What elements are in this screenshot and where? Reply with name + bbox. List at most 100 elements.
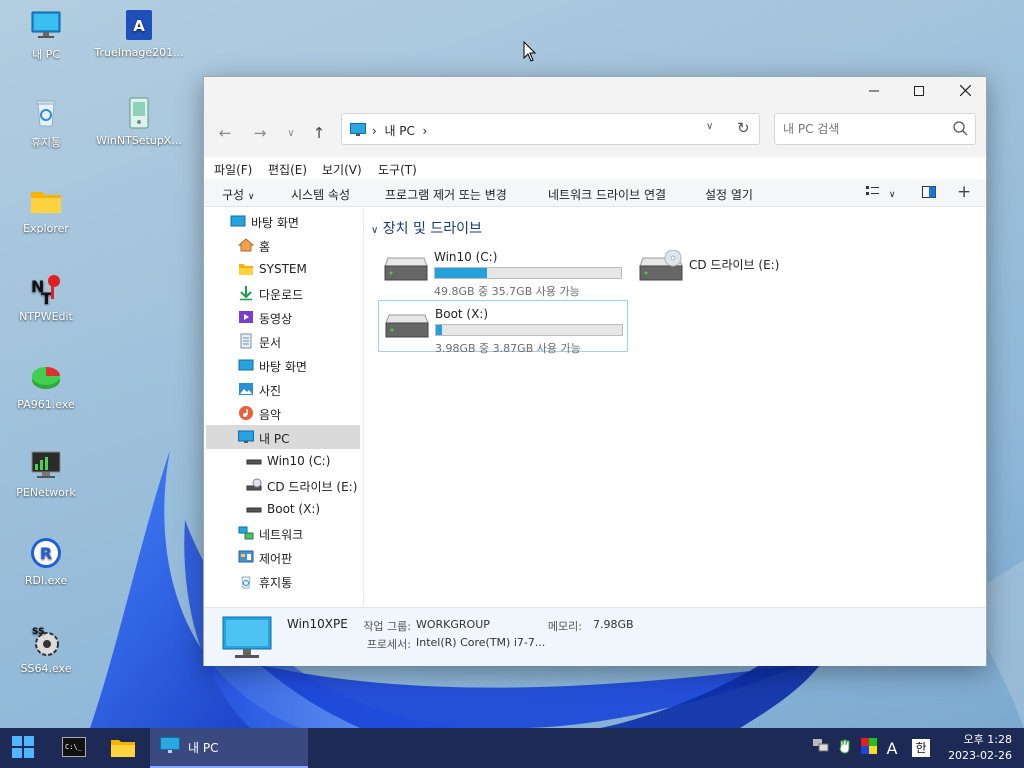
arrow-right-icon: → xyxy=(253,124,267,142)
refresh-button[interactable]: ↻ xyxy=(737,119,750,137)
network-monitor-icon xyxy=(29,448,63,482)
map-network-drive-button[interactable]: 네트워크 드라이브 연결 xyxy=(548,186,666,203)
sidebar-item-7[interactable]: 사진 xyxy=(206,377,360,401)
close-button[interactable] xyxy=(942,77,988,107)
drive-icon xyxy=(385,313,429,342)
svg-text:R: R xyxy=(40,544,52,563)
desktop-icon-label: PENetwork xyxy=(16,486,76,499)
desktop-icon-ss64[interactable]: SS SS64.exe xyxy=(0,624,92,675)
maximize-button[interactable] xyxy=(896,77,942,107)
view-options-button[interactable]: ∨ xyxy=(866,185,895,200)
taskbar-window-my-pc[interactable]: 내 PC xyxy=(150,728,308,768)
drive-icon xyxy=(384,256,428,285)
sidebar-item-label: 제어판 xyxy=(259,552,293,566)
sidebar-item-13[interactable]: 네트워크 xyxy=(206,521,360,545)
uninstall-program-button[interactable]: 프로그램 제거 또는 변경 xyxy=(385,186,507,203)
desktop-icon-my-pc[interactable]: 내 PC xyxy=(0,8,92,62)
menu-tools[interactable]: 도구(T) xyxy=(378,161,417,178)
desktop-icon-label: WinNTSetupX... xyxy=(96,134,182,147)
memory-value: 7.98GB xyxy=(593,618,634,631)
address-bar[interactable]: › 내 PC › ∨ ↻ xyxy=(341,113,760,145)
rdi-icon: R xyxy=(29,536,63,570)
breadcrumb-item[interactable]: 내 PC xyxy=(384,124,414,138)
group-title: 장치 및 드라이브 xyxy=(382,221,482,237)
sidebar-item-2[interactable]: SYSTEM xyxy=(206,257,360,281)
drive-tile-c[interactable]: Win10 (C:) 49.8GB 중 35.7GB 사용 가능 xyxy=(378,244,628,298)
desktop-icon-pa961[interactable]: PA961.exe xyxy=(0,360,92,411)
recent-locations-button[interactable]: ∨ xyxy=(279,121,303,145)
sidebar-item-5[interactable]: 문서 xyxy=(206,329,360,353)
document-icon xyxy=(238,333,254,349)
back-button[interactable]: ← xyxy=(213,121,237,145)
desktop-icon-explorer[interactable]: Explorer xyxy=(0,184,92,235)
drive-usage-bar xyxy=(435,324,623,336)
tray-network-button[interactable] xyxy=(810,728,832,768)
group-header[interactable]: ∨ 장치 및 드라이브 xyxy=(371,218,482,238)
drive-name: CD 드라이브 (E:) xyxy=(689,258,780,272)
sidebar-item-0[interactable]: 바탕 화면 xyxy=(206,209,360,233)
monitor-icon xyxy=(350,123,366,140)
search-input[interactable] xyxy=(783,121,943,137)
sidebar-item-12[interactable]: Boot (X:) xyxy=(206,497,360,521)
sidebar-item-label: 사진 xyxy=(259,384,282,398)
open-settings-button[interactable]: 설정 열기 xyxy=(705,186,753,203)
arrow-up-icon: ↑ xyxy=(312,124,326,142)
desktop-icon-trueimage[interactable]: A TrueImage201... xyxy=(93,8,185,59)
minimize-icon xyxy=(869,85,879,99)
sidebar-item-4[interactable]: 동영상 xyxy=(206,305,360,329)
navigation-bar: ← → ∨ ↑ › 내 PC › ∨ ↻ xyxy=(204,107,986,157)
system-properties-button[interactable]: 시스템 속성 xyxy=(291,186,350,203)
preview-pane-button[interactable] xyxy=(922,186,936,201)
taskbar-terminal-button[interactable]: C:\_ xyxy=(52,728,96,768)
sidebar-item-label: 네트워크 xyxy=(259,528,304,542)
mouse-cursor-icon xyxy=(523,40,537,66)
drive-usage-text: 49.8GB 중 35.7GB 사용 가능 xyxy=(434,285,580,298)
ime-mode-button[interactable]: 한 xyxy=(910,728,932,768)
sidebar-item-10[interactable]: Win10 (C:) xyxy=(206,449,360,473)
forward-button[interactable]: → xyxy=(248,121,272,145)
desktop-icon-penetwork[interactable]: PENetwork xyxy=(0,448,92,499)
desktop-icon-ntpwedit[interactable]: NT NTPWEdit xyxy=(0,272,92,323)
minimize-button[interactable] xyxy=(851,77,897,107)
sidebar-item-9[interactable]: 내 PC xyxy=(206,425,360,449)
desktop-icon-recycle-bin[interactable]: 휴지통 xyxy=(0,96,92,150)
clock[interactable]: 오후 1:28 2023-02-26 xyxy=(948,732,1012,764)
taskbar-window-label: 내 PC xyxy=(188,740,219,755)
title-bar[interactable] xyxy=(204,77,986,107)
sidebar-item-label: SYSTEM xyxy=(259,262,307,276)
sidebar-item-6[interactable]: 바탕 화면 xyxy=(206,353,360,377)
folder-icon xyxy=(110,736,136,761)
start-button[interactable] xyxy=(0,728,46,768)
desktop-icon-winntsetup[interactable]: WinNTSetupX... xyxy=(93,96,185,147)
sidebar-item-11[interactable]: CD 드라이브 (E:) xyxy=(206,473,360,497)
sidebar-item-14[interactable]: 제어판 xyxy=(206,545,360,569)
maximize-icon xyxy=(914,85,924,99)
address-dropdown-button[interactable]: ∨ xyxy=(706,121,713,132)
drive-tile-x[interactable]: Boot (X:) 3.98GB 중 3.87GB 사용 가능 xyxy=(378,300,628,355)
sidebar-item-1[interactable]: 홈 xyxy=(206,233,360,257)
menu-view[interactable]: 보기(V) xyxy=(322,161,362,178)
ime-language-button[interactable]: A xyxy=(882,728,902,768)
desktop-icon-rdi[interactable]: R RDI.exe xyxy=(0,536,92,587)
menu-file[interactable]: 파일(F) xyxy=(214,161,252,178)
sidebar-item-8[interactable]: 음악 xyxy=(206,401,360,425)
tray-hand-button[interactable] xyxy=(834,728,856,768)
up-button[interactable]: ↑ xyxy=(307,121,331,145)
sidebar-item-3[interactable]: 다운로드 xyxy=(206,281,360,305)
menu-edit[interactable]: 편집(E) xyxy=(268,161,307,178)
desktop-icon-label: Explorer xyxy=(23,222,69,235)
partition-icon xyxy=(29,360,63,394)
tray-color-button[interactable] xyxy=(858,728,880,768)
drive-usage-fill xyxy=(435,268,488,278)
processor-value: Intel(R) Core(TM) i7-7... xyxy=(416,636,546,649)
sidebar-item-label: 내 PC xyxy=(259,432,290,446)
drive-icon xyxy=(246,453,262,469)
drive-tile-cd[interactable]: CD 드라이브 (E:) xyxy=(633,244,883,296)
sidebar-item-15[interactable]: 휴지통 xyxy=(206,569,360,593)
organize-button[interactable]: 구성 ∨ xyxy=(222,186,255,203)
drive-name: Boot (X:) xyxy=(435,307,489,321)
taskbar-explorer-button[interactable] xyxy=(101,728,145,768)
new-tab-button[interactable]: + xyxy=(957,182,971,202)
drive-icon xyxy=(246,501,262,517)
search-box[interactable] xyxy=(774,113,976,145)
